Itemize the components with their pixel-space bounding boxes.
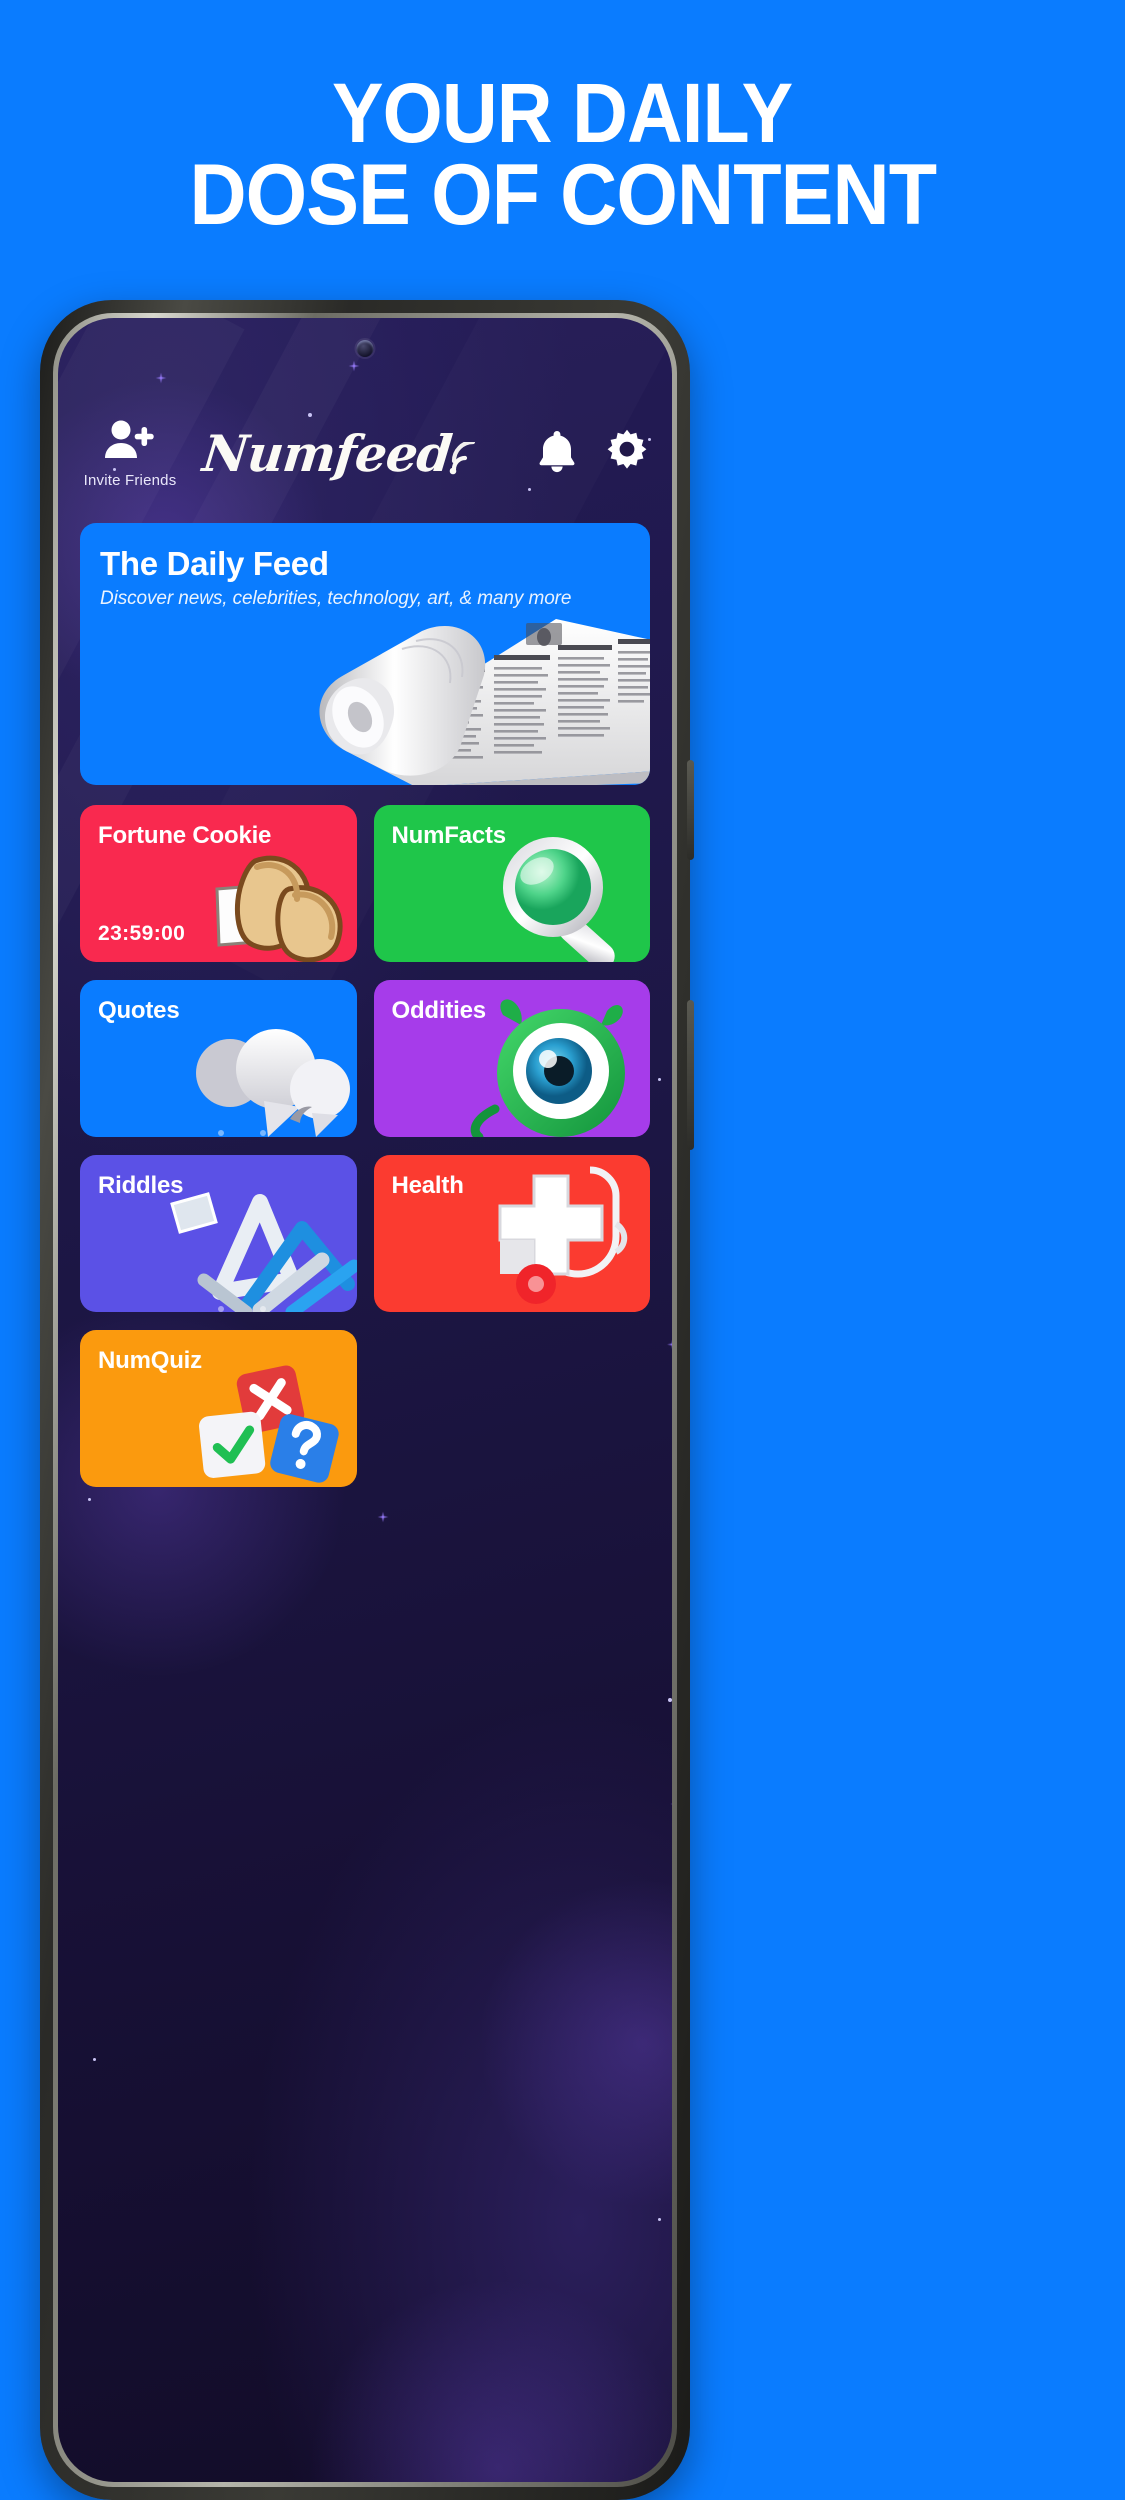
tile-title: NumFacts <box>391 822 507 849</box>
sparkle-decoration <box>670 1798 672 1810</box>
tile-title: Oddities <box>391 997 487 1024</box>
tile-title: Fortune Cookie <box>98 822 272 849</box>
promo-headline-line-2: DOSE OF CONTENT <box>189 147 937 243</box>
sparkle-decoration <box>348 360 360 372</box>
bell-icon[interactable] <box>536 429 578 478</box>
rolled-newspaper-illustration <box>319 619 650 785</box>
star-dot <box>93 2058 96 2061</box>
tile-title: Quotes <box>98 997 180 1024</box>
quiz-cubes-illustration <box>198 1365 339 1483</box>
app-logo: Numfeed <box>180 424 500 483</box>
pager-dot <box>218 1306 224 1312</box>
app-header: Invite Friends Numfeed <box>58 418 672 489</box>
tile-grid: Fortune Cookie 23:59:00 NumFacts Quotes … <box>80 805 650 1487</box>
star-dot <box>308 413 312 417</box>
phone-side-button-volume <box>687 760 694 860</box>
daily-feed-card[interactable]: The Daily Feed Discover news, celebritie… <box>80 523 650 785</box>
tile-title: NumQuiz <box>98 1347 202 1374</box>
star-dot <box>658 2218 661 2221</box>
star-dot <box>88 1498 91 1501</box>
tile-quotes[interactable]: Quotes <box>80 980 357 1137</box>
person-add-icon <box>103 418 157 465</box>
star-dot <box>668 1698 672 1702</box>
sparkle-decoration <box>376 1510 390 1524</box>
tile-numquiz[interactable]: NumQuiz <box>80 1330 357 1487</box>
background-glow <box>308 2278 672 2482</box>
daily-feed-title: The Daily Feed <box>100 545 329 582</box>
pager-dot <box>260 1306 266 1312</box>
tile-title: Riddles <box>98 1172 184 1199</box>
invite-friends-button[interactable]: Invite Friends <box>80 418 180 489</box>
tile-oddities[interactable]: Oddities <box>373 980 650 1137</box>
phone-side-button-power <box>687 1000 694 1150</box>
quote-bubbles-illustration <box>195 1029 350 1137</box>
front-camera <box>356 340 374 357</box>
tile-health[interactable]: Health <box>373 1155 650 1312</box>
promo-headline-line-1: YOUR DAILY <box>332 66 793 160</box>
background-glow <box>478 1878 672 2208</box>
pager-dot <box>218 1130 224 1136</box>
tile-riddles[interactable]: Riddles <box>80 1155 357 1312</box>
fortune-cookie-timer: 23:59:00 <box>98 922 186 945</box>
phone-bezel: Invite Friends Numfeed The Daily Feed Di… <box>53 313 677 2487</box>
pager-dots-row2[interactable] <box>218 1306 266 1312</box>
tile-numfacts[interactable]: NumFacts <box>373 805 650 962</box>
pager-dot <box>260 1130 266 1136</box>
promo-banner: YOUR DAILY DOSE OF CONTENT <box>0 0 1125 300</box>
phone-screen: Invite Friends Numfeed The Daily Feed Di… <box>58 318 672 2482</box>
app-content: The Daily Feed Discover news, celebritie… <box>58 523 672 1487</box>
tile-fortune-cookie[interactable]: Fortune Cookie 23:59:00 <box>80 805 357 962</box>
sparkle-decoration <box>153 370 169 386</box>
tile-title: Health <box>391 1172 464 1199</box>
app-logo-text: Numfeed <box>199 424 455 483</box>
fortune-cookie-illustration <box>214 855 343 962</box>
pager-dots-row1[interactable] <box>218 1130 266 1136</box>
phone-mockup: Invite Friends Numfeed The Daily Feed Di… <box>40 300 694 2500</box>
gear-icon[interactable] <box>604 428 650 479</box>
header-actions <box>500 428 650 479</box>
invite-friends-label: Invite Friends <box>83 472 177 489</box>
